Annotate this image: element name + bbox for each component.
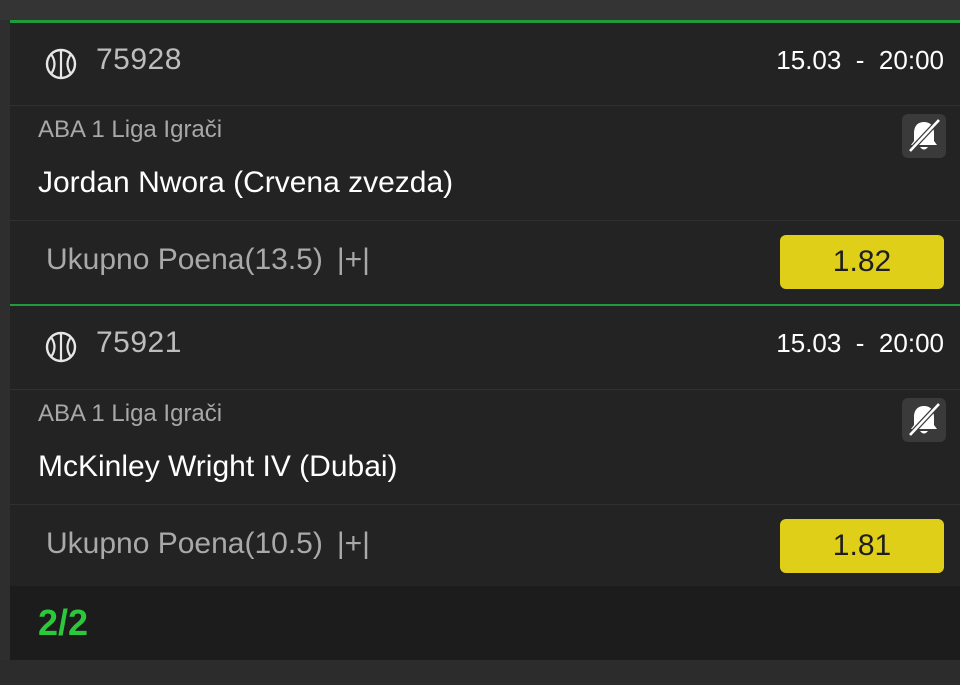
player-name: Jordan Nwora (Crvena zvezda): [38, 166, 454, 199]
market-label: Ukupno Poena(13.5) |+|: [46, 243, 370, 277]
bet-card-header: 75921 15.03 - 20:00: [10, 306, 960, 390]
player-name: McKinley Wright IV (Dubai): [38, 450, 398, 483]
bell-off-icon[interactable]: [902, 398, 946, 442]
basketball-icon: [45, 331, 77, 363]
bell-off-icon[interactable]: [902, 114, 946, 158]
bet-card-info: ABA 1 Liga Igrači Jordan Nwora (Crvena z…: [10, 106, 960, 221]
bet-card: 75928 15.03 - 20:00 ABA 1 Liga Igrači Jo…: [10, 20, 960, 304]
bet-card-header: 75928 15.03 - 20:00: [10, 23, 960, 106]
bet-market-row: Ukupno Poena(10.5) |+| 1.81: [10, 505, 960, 589]
market-flag: |+|: [336, 243, 370, 276]
event-time: 20:00: [878, 45, 944, 75]
bet-market-row: Ukupno Poena(13.5) |+| 1.82: [10, 221, 960, 305]
market-flag: |+|: [336, 527, 370, 560]
event-date: 15.03: [776, 328, 842, 358]
left-rail: [0, 20, 10, 685]
bet-card-info: ABA 1 Liga Igrači McKinley Wright IV (Du…: [10, 390, 960, 505]
slip-footer: 2/2: [10, 586, 960, 660]
event-datetime: 15.03 - 20:00: [776, 45, 944, 75]
basketball-icon: [45, 48, 77, 80]
result-counter: 2/2: [38, 602, 89, 643]
market-name: Ukupno Poena(10.5): [46, 527, 323, 560]
odds-button[interactable]: 1.82: [780, 235, 944, 289]
league-name: ABA 1 Liga Igrači: [38, 400, 223, 427]
odds-button[interactable]: 1.81: [780, 519, 944, 573]
event-date: 15.03: [776, 45, 842, 75]
bet-card: 75921 15.03 - 20:00 ABA 1 Liga Igrači Mc…: [10, 304, 960, 586]
league-name: ABA 1 Liga Igrači: [38, 116, 223, 143]
top-strip: [0, 0, 960, 20]
event-code: 75928: [96, 43, 182, 76]
bottom-strip: [0, 660, 960, 685]
bet-slip-screen: 75928 15.03 - 20:00 ABA 1 Liga Igrači Jo…: [0, 0, 960, 685]
market-label: Ukupno Poena(10.5) |+|: [46, 527, 370, 561]
event-datetime: 15.03 - 20:00: [776, 328, 944, 358]
event-time: 20:00: [878, 328, 944, 358]
event-code: 75921: [96, 326, 182, 359]
market-name: Ukupno Poena(13.5): [46, 243, 323, 276]
